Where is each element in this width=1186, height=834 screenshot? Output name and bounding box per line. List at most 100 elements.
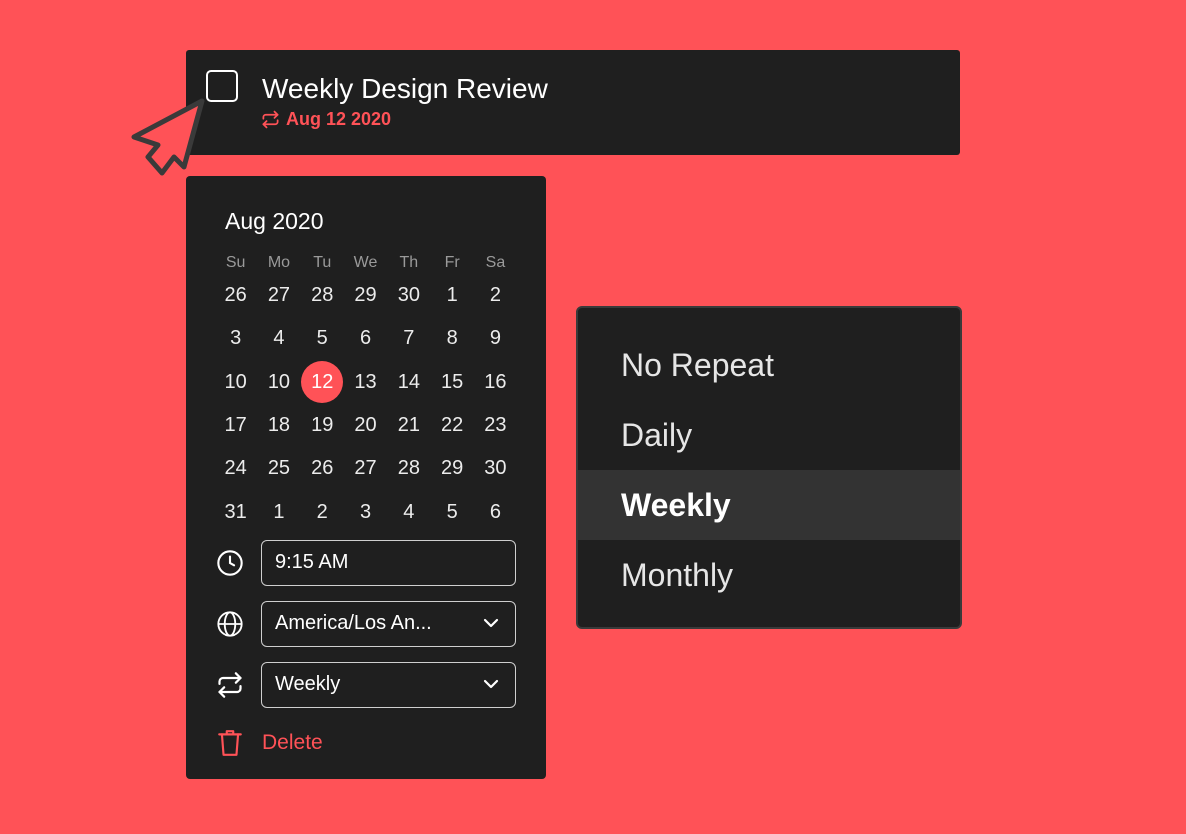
repeat-option-weekly[interactable]: Weekly: [578, 470, 960, 540]
calendar-day-label: 3: [230, 327, 242, 350]
calendar-day[interactable]: 14: [387, 361, 430, 404]
calendar-day[interactable]: 1: [430, 274, 473, 317]
calendar-days-grid: 26 27 28 29 30 1 2 3 4 5 6 7 8 9 10 10 12 13 14 15 16 17 18 19 2…: [214, 274, 517, 534]
calendar-day-label: 18: [267, 414, 291, 437]
calendar-day-label: 30: [397, 284, 420, 307]
weekday-label: Th: [399, 254, 419, 271]
calendar-day[interactable]: 20: [344, 404, 387, 447]
calendar-day-label: 25: [267, 457, 291, 480]
calendar-day[interactable]: 5: [430, 490, 473, 533]
calendar-day[interactable]: 1: [257, 490, 300, 533]
calendar-day-label: 7: [403, 327, 415, 350]
calendar-day[interactable]: 28: [301, 274, 344, 317]
repeat-select[interactable]: Weekly: [261, 662, 516, 708]
calendar-day[interactable]: 27: [344, 447, 387, 490]
calendar-day[interactable]: 6: [474, 490, 517, 533]
calendar-day[interactable]: 28: [387, 447, 430, 490]
calendar-day[interactable]: 7: [387, 317, 430, 360]
delete-label: Delete: [262, 731, 323, 754]
calendar-day[interactable]: 8: [430, 317, 473, 360]
calendar-day-label: 10: [224, 370, 247, 393]
calendar-day-label: 6: [489, 500, 501, 523]
calendar-day[interactable]: 15: [430, 361, 473, 404]
calendar-day-label: 26: [311, 457, 334, 480]
chevron-down-icon: [483, 618, 499, 628]
calendar-day[interactable]: 10: [214, 361, 257, 404]
calendar-day[interactable]: 3: [214, 317, 257, 360]
calendar-day-label: 10: [267, 370, 291, 393]
calendar-day[interactable]: 2: [301, 490, 344, 533]
time-row: 9:15 AM: [216, 540, 516, 586]
repeat-option-daily[interactable]: Daily: [578, 400, 960, 470]
date-picker-panel: Aug 2020 Su Mo Tu We Th Fr Sa 26 27 28 29 30…: [186, 176, 546, 779]
calendar-day-selected[interactable]: 12: [301, 361, 344, 404]
calendar-day[interactable]: 4: [257, 317, 300, 360]
repeat-icon: [262, 110, 279, 128]
weekday-label: Sa: [485, 254, 506, 271]
weekday-label: Fr: [444, 254, 460, 271]
calendar-day[interactable]: 29: [430, 447, 473, 490]
calendar-day-label: 28: [311, 284, 334, 307]
calendar-day[interactable]: 29: [344, 274, 387, 317]
calendar-day-label: 2: [316, 500, 328, 523]
calendar-day-label: 21: [397, 414, 420, 437]
calendar-day[interactable]: 18: [257, 404, 300, 447]
weekday-label: Tu: [313, 254, 332, 271]
trash-icon: [216, 729, 244, 757]
calendar-day-label: 23: [484, 414, 507, 437]
repeat-option-monthly[interactable]: Monthly: [578, 540, 960, 610]
calendar-day[interactable]: 30: [474, 447, 517, 490]
calendar-day-label: 30: [484, 457, 507, 480]
calendar-day[interactable]: 5: [301, 317, 344, 360]
task-title[interactable]: Weekly Design Review: [262, 72, 548, 106]
calendar-day[interactable]: 17: [214, 404, 257, 447]
calendar-day[interactable]: 30: [387, 274, 430, 317]
time-input[interactable]: 9:15 AM: [261, 540, 516, 586]
repeat-value: Weekly: [275, 673, 341, 695]
calendar-day[interactable]: 10: [257, 361, 300, 404]
calendar-day-label: 14: [397, 370, 420, 393]
repeat-row: Weekly: [216, 662, 516, 708]
timezone-select[interactable]: America/Los An...: [261, 601, 516, 647]
calendar-day[interactable]: 31: [214, 490, 257, 533]
calendar-day[interactable]: 27: [257, 274, 300, 317]
calendar-day[interactable]: 3: [344, 490, 387, 533]
calendar-day-label: 8: [446, 327, 458, 350]
timezone-value: America/Los An...: [275, 612, 432, 634]
calendar-day-label: 1: [273, 500, 285, 523]
calendar-day[interactable]: 9: [474, 317, 517, 360]
calendar-day-label: 1: [446, 284, 458, 307]
globe-icon: [216, 610, 244, 638]
delete-button[interactable]: Delete: [216, 729, 323, 757]
month-title: Aug 2020: [225, 208, 324, 234]
repeat-option-no-repeat[interactable]: No Repeat: [578, 330, 960, 400]
calendar-day-label: 12: [301, 361, 344, 404]
calendar-day-label: 5: [446, 500, 458, 523]
calendar-day[interactable]: 4: [387, 490, 430, 533]
calendar-day-label: 24: [224, 457, 247, 480]
calendar-day[interactable]: 2: [474, 274, 517, 317]
calendar-day[interactable]: 6: [344, 317, 387, 360]
calendar-day-label: 29: [354, 284, 377, 307]
calendar-day-label: 17: [224, 414, 247, 437]
repeat-dropdown-menu: No Repeat Daily Weekly Monthly: [576, 306, 962, 629]
task-item: Weekly Design Review Aug 12 2020: [186, 50, 960, 155]
calendar-day-label: 27: [267, 284, 291, 307]
calendar-day[interactable]: 19: [301, 404, 344, 447]
calendar-day[interactable]: 23: [474, 404, 517, 447]
calendar-day[interactable]: 13: [344, 361, 387, 404]
calendar-day-label: 3: [359, 500, 372, 523]
calendar-day[interactable]: 21: [387, 404, 430, 447]
calendar-day-label: 28: [397, 457, 420, 480]
calendar-day[interactable]: 25: [257, 447, 300, 490]
calendar-day[interactable]: 22: [430, 404, 473, 447]
calendar-day[interactable]: 26: [214, 274, 257, 317]
calendar-day[interactable]: 26: [301, 447, 344, 490]
weekday-label: We: [353, 254, 378, 271]
calendar-day-label: 5: [316, 327, 328, 350]
calendar-day[interactable]: 24: [214, 447, 257, 490]
calendar-day-label: 6: [359, 327, 372, 350]
calendar-day[interactable]: 16: [474, 361, 517, 404]
task-due-date: Aug 12 2020: [286, 109, 392, 129]
weekday-label: Mo: [267, 254, 291, 271]
